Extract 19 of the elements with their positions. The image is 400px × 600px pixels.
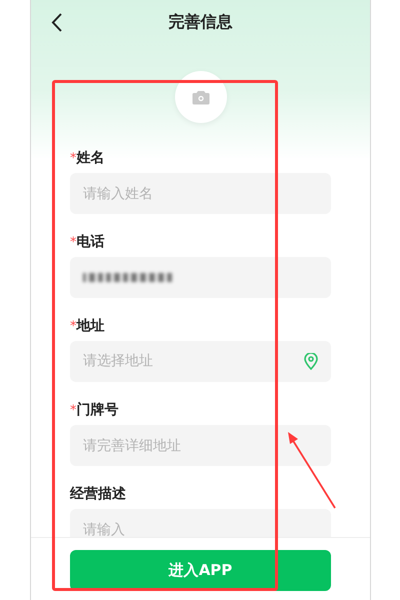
back-chevron-icon bbox=[50, 12, 62, 32]
input-field[interactable]: 请完善详细地址 bbox=[70, 425, 331, 466]
field-label: 地址 bbox=[76, 316, 104, 336]
enter-app-button[interactable]: 进入APP bbox=[70, 550, 331, 591]
input-field[interactable] bbox=[70, 257, 331, 298]
field-label: 经营描述 bbox=[70, 484, 126, 504]
field-label: 门牌号 bbox=[76, 400, 118, 420]
required-mark: * bbox=[70, 320, 76, 332]
location-pin-icon bbox=[304, 353, 318, 370]
field-label: 姓名 bbox=[76, 148, 104, 168]
required-mark: * bbox=[70, 152, 76, 164]
input-field[interactable]: 请输入姓名 bbox=[70, 173, 331, 214]
required-mark: * bbox=[70, 404, 76, 416]
required-mark: * bbox=[70, 236, 76, 248]
page-title: 完善信息 bbox=[168, 11, 232, 33]
input-field[interactable]: 请输入 bbox=[70, 509, 331, 537]
camera-icon bbox=[192, 90, 210, 104]
field-label: 电话 bbox=[76, 232, 104, 252]
input-field[interactable]: 请选择地址 bbox=[70, 341, 331, 382]
